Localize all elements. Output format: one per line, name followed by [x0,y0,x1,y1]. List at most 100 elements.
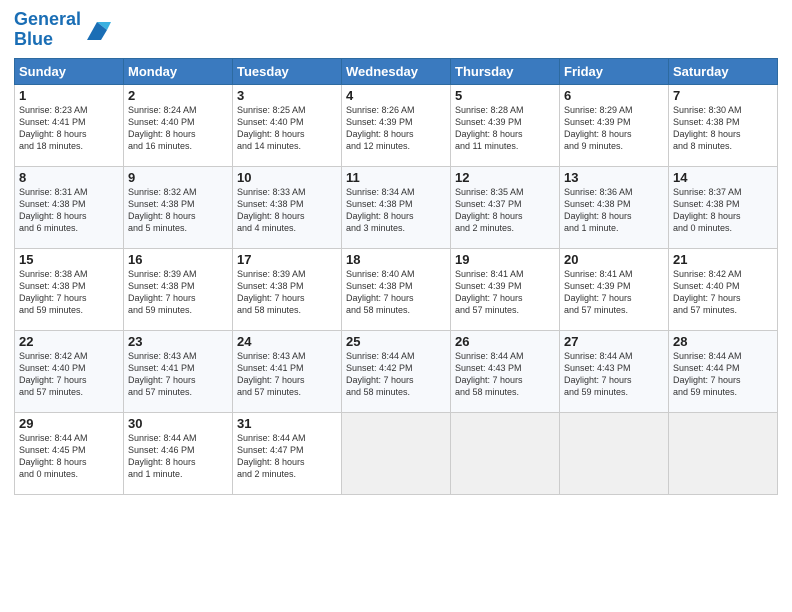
day-number: 24 [237,334,337,349]
calendar-cell: 1Sunrise: 8:23 AM Sunset: 4:41 PM Daylig… [15,84,124,166]
calendar-cell: 21Sunrise: 8:42 AM Sunset: 4:40 PM Dayli… [669,248,778,330]
calendar-cell: 10Sunrise: 8:33 AM Sunset: 4:38 PM Dayli… [233,166,342,248]
day-number: 20 [564,252,664,267]
calendar-week-5: 29Sunrise: 8:44 AM Sunset: 4:45 PM Dayli… [15,412,778,494]
calendar-cell: 30Sunrise: 8:44 AM Sunset: 4:46 PM Dayli… [124,412,233,494]
day-number: 21 [673,252,773,267]
calendar-cell: 13Sunrise: 8:36 AM Sunset: 4:38 PM Dayli… [560,166,669,248]
day-number: 7 [673,88,773,103]
day-info: Sunrise: 8:28 AM Sunset: 4:39 PM Dayligh… [455,104,555,153]
calendar-cell [669,412,778,494]
calendar-week-2: 8Sunrise: 8:31 AM Sunset: 4:38 PM Daylig… [15,166,778,248]
day-info: Sunrise: 8:44 AM Sunset: 4:46 PM Dayligh… [128,432,228,481]
calendar-cell [451,412,560,494]
col-header-sunday: Sunday [15,58,124,84]
calendar-cell: 7Sunrise: 8:30 AM Sunset: 4:38 PM Daylig… [669,84,778,166]
day-info: Sunrise: 8:35 AM Sunset: 4:37 PM Dayligh… [455,186,555,235]
day-number: 6 [564,88,664,103]
calendar-cell: 22Sunrise: 8:42 AM Sunset: 4:40 PM Dayli… [15,330,124,412]
calendar-cell: 5Sunrise: 8:28 AM Sunset: 4:39 PM Daylig… [451,84,560,166]
day-info: Sunrise: 8:30 AM Sunset: 4:38 PM Dayligh… [673,104,773,153]
calendar-cell: 25Sunrise: 8:44 AM Sunset: 4:42 PM Dayli… [342,330,451,412]
calendar-cell: 15Sunrise: 8:38 AM Sunset: 4:38 PM Dayli… [15,248,124,330]
day-number: 27 [564,334,664,349]
calendar-cell: 3Sunrise: 8:25 AM Sunset: 4:40 PM Daylig… [233,84,342,166]
calendar-cell [560,412,669,494]
day-number: 4 [346,88,446,103]
calendar-header-row: SundayMondayTuesdayWednesdayThursdayFrid… [15,58,778,84]
calendar-cell: 24Sunrise: 8:43 AM Sunset: 4:41 PM Dayli… [233,330,342,412]
calendar-cell: 23Sunrise: 8:43 AM Sunset: 4:41 PM Dayli… [124,330,233,412]
day-info: Sunrise: 8:42 AM Sunset: 4:40 PM Dayligh… [19,350,119,399]
header: General Blue [14,10,778,50]
calendar-cell: 9Sunrise: 8:32 AM Sunset: 4:38 PM Daylig… [124,166,233,248]
day-number: 5 [455,88,555,103]
day-number: 9 [128,170,228,185]
day-info: Sunrise: 8:41 AM Sunset: 4:39 PM Dayligh… [564,268,664,317]
day-info: Sunrise: 8:44 AM Sunset: 4:47 PM Dayligh… [237,432,337,481]
day-number: 14 [673,170,773,185]
calendar-cell [342,412,451,494]
day-info: Sunrise: 8:44 AM Sunset: 4:44 PM Dayligh… [673,350,773,399]
day-number: 3 [237,88,337,103]
day-info: Sunrise: 8:44 AM Sunset: 4:43 PM Dayligh… [455,350,555,399]
day-info: Sunrise: 8:38 AM Sunset: 4:38 PM Dayligh… [19,268,119,317]
day-info: Sunrise: 8:25 AM Sunset: 4:40 PM Dayligh… [237,104,337,153]
day-number: 11 [346,170,446,185]
calendar-cell: 14Sunrise: 8:37 AM Sunset: 4:38 PM Dayli… [669,166,778,248]
day-info: Sunrise: 8:31 AM Sunset: 4:38 PM Dayligh… [19,186,119,235]
day-info: Sunrise: 8:43 AM Sunset: 4:41 PM Dayligh… [237,350,337,399]
day-info: Sunrise: 8:24 AM Sunset: 4:40 PM Dayligh… [128,104,228,153]
day-info: Sunrise: 8:37 AM Sunset: 4:38 PM Dayligh… [673,186,773,235]
day-number: 13 [564,170,664,185]
logo-blue-text: Blue [14,29,53,49]
calendar-cell: 28Sunrise: 8:44 AM Sunset: 4:44 PM Dayli… [669,330,778,412]
col-header-friday: Friday [560,58,669,84]
day-info: Sunrise: 8:42 AM Sunset: 4:40 PM Dayligh… [673,268,773,317]
day-info: Sunrise: 8:32 AM Sunset: 4:38 PM Dayligh… [128,186,228,235]
day-number: 1 [19,88,119,103]
day-number: 30 [128,416,228,431]
calendar-cell: 26Sunrise: 8:44 AM Sunset: 4:43 PM Dayli… [451,330,560,412]
day-number: 22 [19,334,119,349]
day-number: 31 [237,416,337,431]
calendar-cell: 11Sunrise: 8:34 AM Sunset: 4:38 PM Dayli… [342,166,451,248]
day-info: Sunrise: 8:34 AM Sunset: 4:38 PM Dayligh… [346,186,446,235]
calendar-cell: 19Sunrise: 8:41 AM Sunset: 4:39 PM Dayli… [451,248,560,330]
day-info: Sunrise: 8:23 AM Sunset: 4:41 PM Dayligh… [19,104,119,153]
calendar-cell: 4Sunrise: 8:26 AM Sunset: 4:39 PM Daylig… [342,84,451,166]
calendar-cell: 2Sunrise: 8:24 AM Sunset: 4:40 PM Daylig… [124,84,233,166]
day-number: 15 [19,252,119,267]
calendar-cell: 6Sunrise: 8:29 AM Sunset: 4:39 PM Daylig… [560,84,669,166]
calendar-cell: 17Sunrise: 8:39 AM Sunset: 4:38 PM Dayli… [233,248,342,330]
day-number: 29 [19,416,119,431]
col-header-thursday: Thursday [451,58,560,84]
day-info: Sunrise: 8:40 AM Sunset: 4:38 PM Dayligh… [346,268,446,317]
logo-general: General [14,9,81,29]
calendar-cell: 29Sunrise: 8:44 AM Sunset: 4:45 PM Dayli… [15,412,124,494]
calendar-cell: 27Sunrise: 8:44 AM Sunset: 4:43 PM Dayli… [560,330,669,412]
day-info: Sunrise: 8:29 AM Sunset: 4:39 PM Dayligh… [564,104,664,153]
calendar-cell: 12Sunrise: 8:35 AM Sunset: 4:37 PM Dayli… [451,166,560,248]
col-header-monday: Monday [124,58,233,84]
day-info: Sunrise: 8:39 AM Sunset: 4:38 PM Dayligh… [237,268,337,317]
calendar-week-3: 15Sunrise: 8:38 AM Sunset: 4:38 PM Dayli… [15,248,778,330]
day-info: Sunrise: 8:44 AM Sunset: 4:42 PM Dayligh… [346,350,446,399]
day-info: Sunrise: 8:44 AM Sunset: 4:43 PM Dayligh… [564,350,664,399]
day-number: 2 [128,88,228,103]
col-header-tuesday: Tuesday [233,58,342,84]
logo-blue: Blue [14,30,81,50]
day-number: 18 [346,252,446,267]
day-info: Sunrise: 8:39 AM Sunset: 4:38 PM Dayligh… [128,268,228,317]
day-number: 16 [128,252,228,267]
day-info: Sunrise: 8:36 AM Sunset: 4:38 PM Dayligh… [564,186,664,235]
day-number: 8 [19,170,119,185]
logo-icon [83,16,111,44]
day-number: 10 [237,170,337,185]
day-number: 26 [455,334,555,349]
calendar-week-4: 22Sunrise: 8:42 AM Sunset: 4:40 PM Dayli… [15,330,778,412]
day-number: 12 [455,170,555,185]
calendar-cell: 16Sunrise: 8:39 AM Sunset: 4:38 PM Dayli… [124,248,233,330]
calendar-cell: 8Sunrise: 8:31 AM Sunset: 4:38 PM Daylig… [15,166,124,248]
calendar-table: SundayMondayTuesdayWednesdayThursdayFrid… [14,58,778,495]
